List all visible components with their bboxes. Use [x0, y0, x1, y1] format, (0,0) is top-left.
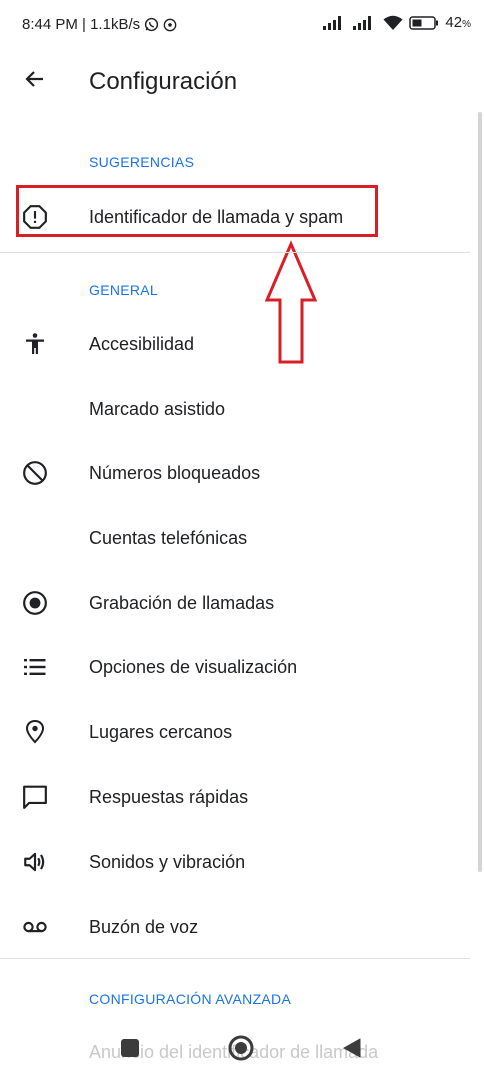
settings-item-label: Buzón de voz	[89, 917, 199, 937]
soccer-ball-icon	[163, 18, 177, 32]
page-title: Configuración	[89, 68, 238, 95]
settings-item-label: Marcado asistido	[89, 399, 226, 419]
settings-item-sounds-vibration[interactable]: Sonidos y vibración	[0, 833, 470, 889]
list-icon	[22, 654, 48, 680]
triangle-back-icon	[342, 1038, 362, 1062]
settings-item-voicemail[interactable]: Buzón de voz	[0, 898, 470, 954]
settings-item-accessibility[interactable]: Accesibilidad	[0, 315, 470, 371]
battery-level: 42	[445, 14, 463, 31]
section-header-general: GENERAL	[89, 282, 159, 298]
back-nav-button[interactable]	[342, 1038, 362, 1063]
settings-item-label: Grabación de llamadas	[89, 593, 275, 613]
settings-item-label: Opciones de visualización	[89, 657, 298, 677]
whatsapp-icon	[144, 17, 159, 32]
wifi-icon	[383, 15, 403, 31]
settings-item-nearby-places[interactable]: Lugares cercanos	[0, 703, 470, 759]
volume-icon	[22, 849, 48, 875]
settings-item-label: Accesibilidad	[89, 334, 195, 354]
settings-item-call-recording[interactable]: Grabación de llamadas	[0, 574, 470, 630]
home-button[interactable]	[228, 1035, 254, 1066]
settings-item-blocked-numbers[interactable]: Números bloqueados	[0, 444, 470, 500]
scrollbar[interactable]	[478, 112, 482, 872]
settings-item-label: Lugares cercanos	[89, 722, 233, 742]
divider	[0, 252, 470, 253]
settings-item-display-options[interactable]: Opciones de visualización	[0, 638, 470, 694]
settings-item-quick-responses[interactable]: Respuestas rápidas	[0, 768, 470, 824]
scrollbar-thumb[interactable]	[478, 112, 482, 872]
signal-icon	[323, 15, 347, 30]
square-icon	[120, 1039, 140, 1062]
section-header-advanced: CONFIGURACIÓN AVANZADA	[89, 991, 292, 1007]
settings-item-phone-accounts[interactable]: Cuentas telefónicas	[0, 509, 470, 565]
record-icon	[22, 590, 48, 616]
arrow-left-icon	[23, 67, 47, 96]
status-time: 8:44 PM | 1.1kB/s	[22, 16, 141, 33]
circle-icon	[228, 1035, 254, 1065]
recents-button[interactable]	[120, 1038, 140, 1063]
app-bar: Configuración	[0, 52, 485, 112]
chat-bubble-icon	[22, 784, 48, 810]
divider	[0, 958, 470, 959]
voicemail-icon	[22, 914, 48, 940]
highlight-box	[16, 185, 378, 237]
settings-item-label: Respuestas rápidas	[89, 787, 249, 807]
status-bar: 8:44 PM | 1.1kB/s 42%	[0, 0, 485, 52]
location-pin-icon	[22, 719, 48, 745]
signal-2-icon	[353, 15, 377, 30]
settings-item-assisted-dialing[interactable]: Marcado asistido	[0, 380, 470, 436]
section-header-suggestions: SUGERENCIAS	[89, 154, 195, 170]
back-button[interactable]	[20, 66, 50, 96]
battery-icon	[409, 15, 439, 30]
accessibility-icon	[22, 331, 48, 357]
settings-item-label: Sonidos y vibración	[89, 852, 246, 872]
block-icon	[22, 460, 48, 486]
battery-unit: %	[462, 19, 471, 30]
settings-item-label: Cuentas telefónicas	[89, 528, 248, 548]
settings-item-label: Números bloqueados	[89, 463, 261, 483]
